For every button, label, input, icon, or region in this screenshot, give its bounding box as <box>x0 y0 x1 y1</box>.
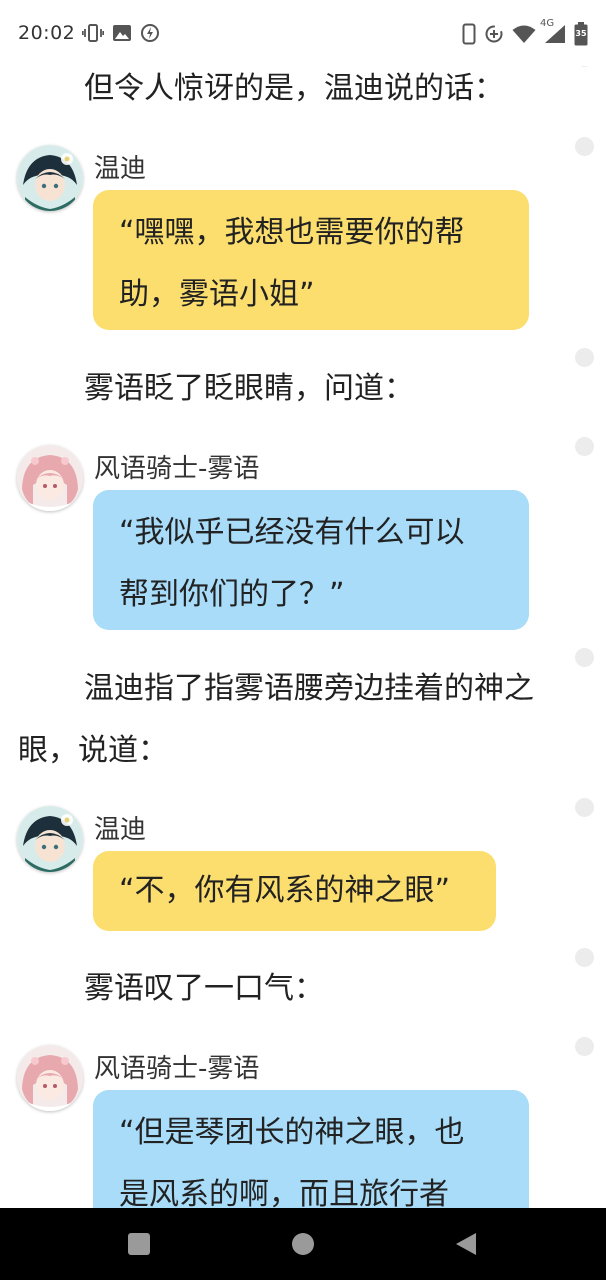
avatar-wuyu[interactable] <box>17 445 83 511</box>
bubble-text-line: “我似乎已经没有什么可以 <box>119 515 465 550</box>
speaker-name: 风语骑士-雾语 <box>94 1054 260 1084</box>
bubble-text-line: “不，你有风系的神之眼” <box>119 873 451 908</box>
side-dot[interactable] <box>575 948 594 967</box>
chat-bubble[interactable]: “但是琴团长的神之眼，也 是风系的啊，而且旅行者 <box>93 1090 529 1208</box>
image-icon <box>112 24 132 42</box>
bubble-text-line: “嘿嘿，我想也需要你的帮 <box>119 215 465 250</box>
status-time: 20:02 <box>18 22 76 44</box>
recents-button[interactable] <box>127 1232 151 1260</box>
bubble-text-line: 助，雾语小姐” <box>119 277 315 312</box>
status-bar: 20:02 4G 35 <box>0 0 606 66</box>
status-system-icons: 4G 35 <box>462 18 588 46</box>
circle-icon <box>292 1233 314 1255</box>
phone-icon <box>462 23 476 45</box>
side-dot[interactable] <box>575 137 594 156</box>
side-dot[interactable] <box>575 437 594 456</box>
back-button[interactable] <box>454 1232 478 1260</box>
avatar-wuyu[interactable] <box>17 1045 83 1111</box>
triangle-back-icon <box>456 1233 476 1255</box>
bubble-text-line: 是风系的啊，而且旅行者 <box>119 1177 449 1208</box>
vibrate-icon <box>82 23 104 43</box>
avatar-venti[interactable] <box>17 145 83 211</box>
avatar-venti[interactable] <box>17 806 83 872</box>
story-content[interactable]: 但令人惊讶的是，温迪说的话： 温迪 “嘿嘿，我想也需要你的帮 助，雾语小姐” 雾… <box>0 0 606 1208</box>
narration-text: 雾语叹了一口气： <box>84 971 324 1006</box>
speaker-name: 温迪 <box>94 815 147 845</box>
bubble-text-line: 帮到你们的了？” <box>119 577 345 612</box>
wifi-icon <box>512 24 536 44</box>
side-dot[interactable] <box>575 648 594 667</box>
bubble-text-line: “但是琴团长的神之眼，也 <box>119 1115 465 1150</box>
chat-bubble[interactable]: “我似乎已经没有什么可以 帮到你们的了？” <box>93 490 529 630</box>
narration-text: 但令人惊讶的是，温迪说的话： <box>84 71 504 106</box>
chat-bubble[interactable]: “嘿嘿，我想也需要你的帮 助，雾语小姐” <box>93 190 529 330</box>
side-dot[interactable] <box>575 1037 594 1056</box>
narration-text: 温迪指了指雾语腰旁边挂着的神之眼，说道： <box>18 671 534 768</box>
narration-text: 雾语眨了眨眼睛，问道： <box>84 371 414 406</box>
signal-icon: 4G <box>540 18 566 44</box>
side-dot[interactable] <box>575 798 594 817</box>
battery-level: 35 <box>575 29 587 38</box>
speaker-name: 温迪 <box>94 154 147 184</box>
speaker-name: 风语骑士-雾语 <box>94 454 260 484</box>
side-dot[interactable] <box>575 348 594 367</box>
navigation-bar <box>0 1208 606 1280</box>
data-saver-icon <box>484 24 504 44</box>
battery-icon: 35 <box>574 22 588 46</box>
sync-icon <box>140 23 160 43</box>
chat-bubble[interactable]: “不，你有风系的神之眼” <box>93 851 496 931</box>
square-icon <box>128 1233 150 1255</box>
home-button[interactable] <box>291 1232 315 1260</box>
network-type-label: 4G <box>540 18 555 29</box>
status-notification-icons <box>82 23 160 43</box>
